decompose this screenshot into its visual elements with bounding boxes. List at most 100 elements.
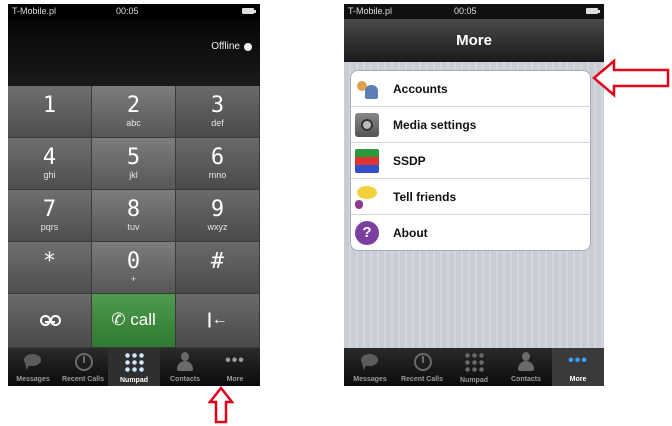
tab-bar: Messages Recent Calls Numpad Contacts ••… (8, 348, 260, 386)
tab-messages[interactable]: Messages (344, 348, 396, 386)
key-digit: 8 (126, 197, 141, 222)
key-letters: jkl (129, 170, 138, 180)
left-arrow-annotation (592, 58, 670, 98)
tab-recent-calls[interactable]: Recent Calls (58, 348, 108, 386)
key-digit: * (42, 249, 57, 274)
status-dot-icon (244, 42, 252, 51)
key-digit: # (210, 249, 225, 274)
tab-label: Recent Calls (400, 376, 444, 383)
more-dots-icon: ••• (225, 352, 245, 369)
key-digit: 6 (210, 145, 225, 170)
key-6[interactable]: 6 mno (176, 138, 260, 190)
more-menu-list: Accounts Media settings SSDP Tell friend… (350, 70, 591, 251)
key-letters: mno (208, 170, 227, 180)
menu-item-label: SSDP (393, 153, 426, 168)
key-1[interactable]: 1 (8, 86, 92, 138)
offline-label: Offline (211, 41, 240, 52)
key-hash[interactable]: # (176, 242, 260, 294)
tab-contacts[interactable]: Contacts (500, 348, 552, 386)
question-mark-icon: ? (355, 220, 379, 245)
key-letters: ghi (43, 170, 56, 180)
key-letters: pqrs (40, 222, 59, 232)
menu-item-label: Tell friends (393, 189, 457, 204)
tab-label: Numpad (120, 377, 148, 384)
key-4[interactable]: 4 ghi (8, 138, 92, 190)
key-0[interactable]: 0 + (92, 242, 176, 294)
person-icon (174, 352, 196, 372)
tab-bar: Messages Recent Calls Numpad Contacts ••… (344, 348, 604, 386)
phone-handset-icon: ✆ (111, 310, 126, 329)
menu-item-ssdp[interactable]: SSDP (351, 143, 590, 179)
carrier-label: T-Mobile.pl (12, 6, 57, 16)
call-button[interactable]: ✆ call (92, 294, 176, 348)
up-arrow-annotation (208, 386, 234, 424)
menu-item-media-settings[interactable]: Media settings (351, 107, 590, 143)
key-star[interactable]: * (8, 242, 92, 294)
tab-label: Contacts (511, 376, 541, 383)
tab-label: Messages (16, 376, 50, 383)
clock-icon (72, 352, 94, 372)
number-display: Offline (8, 19, 260, 86)
speech-bubble-icon (355, 185, 379, 209)
tab-label: More (226, 376, 244, 383)
tab-numpad[interactable]: Numpad (108, 348, 160, 386)
tab-messages[interactable]: Messages (8, 348, 58, 386)
key-letters: tuv (127, 222, 140, 232)
battery-icon (242, 8, 256, 14)
more-screen: T-Mobile.pl 00:05 More Accounts Media se… (344, 4, 604, 386)
key-letters: abc (126, 118, 141, 128)
key-digit: 2 (126, 93, 141, 118)
tab-label: Numpad (460, 377, 488, 384)
key-letters: + (130, 274, 137, 284)
status-bar: T-Mobile.pl 00:05 (344, 4, 604, 19)
key-letters: wxyz (207, 222, 228, 232)
page-title: More (344, 19, 604, 62)
chat-bubble-icon (22, 352, 44, 372)
tab-contacts[interactable]: Contacts (160, 348, 210, 386)
backspace-button[interactable]: |← (176, 294, 260, 348)
key-digit: 5 (126, 145, 141, 170)
tab-more[interactable]: ••• More (210, 348, 260, 386)
key-2[interactable]: 2 abc (92, 86, 176, 138)
menu-item-label: Media settings (393, 117, 477, 132)
voicemail-icon (39, 315, 61, 326)
key-5[interactable]: 5 jkl (92, 138, 176, 190)
call-label: call (130, 310, 156, 329)
menu-item-accounts[interactable]: Accounts (351, 71, 590, 107)
tab-label: Contacts (170, 376, 200, 383)
offline-status: Offline (211, 41, 252, 52)
carrier-label: T-Mobile.pl (348, 6, 393, 16)
menu-content: Accounts Media settings SSDP Tell friend… (344, 62, 604, 348)
chat-bubble-icon (359, 352, 381, 372)
tab-recent-calls[interactable]: Recent Calls (396, 348, 448, 386)
media-settings-icon (355, 112, 379, 137)
person-icon (515, 352, 537, 372)
key-9[interactable]: 9 wxyz (176, 190, 260, 242)
tab-label: More (569, 376, 587, 383)
menu-item-label: About (393, 225, 428, 240)
key-digit: 9 (210, 197, 225, 222)
keypad-grid-icon (463, 352, 485, 373)
battery-icon (586, 8, 600, 14)
ssdp-blocks-icon (355, 148, 379, 173)
clock-label: 00:05 (454, 6, 477, 16)
key-digit: 0 (126, 249, 141, 274)
key-digit: 1 (42, 93, 57, 118)
menu-item-about[interactable]: ? About (351, 215, 590, 250)
tab-numpad[interactable]: Numpad (448, 348, 500, 386)
clock-icon (411, 352, 433, 372)
voicemail-button[interactable] (8, 294, 92, 348)
key-digit: 4 (42, 145, 57, 170)
key-3[interactable]: 3 def (176, 86, 260, 138)
menu-item-tell-friends[interactable]: Tell friends (351, 179, 590, 215)
key-8[interactable]: 8 tuv (92, 190, 176, 242)
key-7[interactable]: 7 pqrs (8, 190, 92, 242)
keypad-grid-icon (123, 352, 145, 373)
key-digit: 7 (42, 197, 57, 222)
key-digit: 3 (210, 93, 225, 118)
accounts-icon (355, 77, 379, 101)
numpad-screen: T-Mobile.pl 00:05 Offline 1 2 abc 3 def … (8, 4, 260, 386)
more-dots-icon: ••• (568, 352, 588, 369)
tab-label: Recent Calls (61, 376, 105, 383)
tab-more[interactable]: ••• More (552, 348, 604, 386)
